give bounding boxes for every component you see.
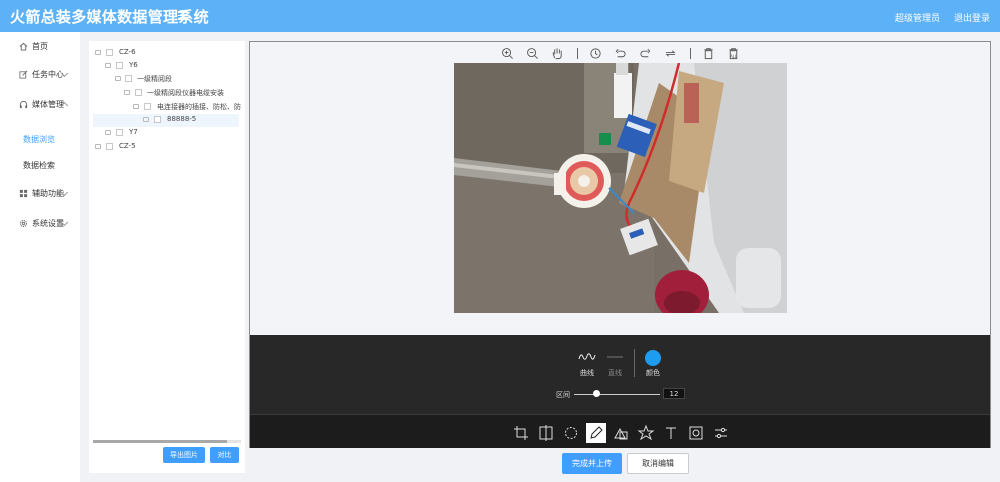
finish-upload-button[interactable]: 完成并上传: [562, 453, 622, 474]
tree-node-selected[interactable]: 88888-5: [93, 114, 239, 127]
sidebar-item-media[interactable]: 媒体管理: [0, 98, 80, 112]
flip-icon[interactable]: [536, 423, 556, 443]
sidebar-item-label: 任务中心: [32, 70, 64, 79]
straight-line-option[interactable]: 直线: [600, 368, 630, 378]
range-slider[interactable]: [574, 394, 660, 395]
tree-checkbox[interactable]: [106, 143, 113, 150]
editor-tool-bar: [250, 414, 990, 448]
draw-icon[interactable]: [586, 423, 606, 443]
history-icon[interactable]: [589, 47, 602, 60]
image-editor: ALL 曲线 直线 颜色 区间 12: [249, 41, 991, 448]
redo-icon[interactable]: [639, 47, 652, 60]
filter-icon[interactable]: [711, 423, 731, 443]
zoom-in-icon[interactable]: [501, 47, 514, 60]
sidebar-item-label: 辅助功能: [32, 189, 64, 198]
delete-icon[interactable]: [702, 47, 715, 60]
zoom-out-icon[interactable]: [526, 47, 539, 60]
tree-node[interactable]: 电连接器的插接、防松、防热...: [89, 101, 245, 114]
tree-scrollbar-thumb[interactable]: [93, 440, 227, 443]
tree-scrollbar[interactable]: [93, 440, 241, 443]
range-label: 区间: [556, 391, 570, 399]
folder-icon: [133, 104, 139, 109]
sidebar: 首页 任务中心 媒体管理 数据浏览 数据检索 辅助功能 系统设置: [0, 32, 80, 482]
sidebar-item-label: 首页: [32, 42, 48, 51]
tree-panel: CZ-6 Y6 一级精阅段 一级精阅段仪器电缆安装 电连接器的插接、防松、防热.…: [89, 41, 245, 473]
app-header: 火箭总装多媒体数据管理系统 超级管理员 退出登录: [0, 0, 1000, 32]
sidebar-item-label: 媒体管理: [32, 100, 64, 109]
sidebar-subitem-data-browse[interactable]: 数据浏览: [23, 134, 55, 145]
tree-node[interactable]: CZ-5: [89, 141, 245, 154]
hamburger-menu-icon[interactable]: [178, 11, 188, 20]
export-image-button[interactable]: 导出图片: [163, 447, 205, 463]
home-icon: [19, 42, 28, 51]
tree-checkbox[interactable]: [144, 103, 151, 110]
tree-checkbox[interactable]: [135, 89, 142, 96]
tree-checkbox[interactable]: [154, 116, 161, 123]
folder-icon: [105, 63, 111, 68]
logout-link[interactable]: 退出登录: [954, 11, 990, 24]
sidebar-subitem-data-search[interactable]: 数据检索: [23, 160, 55, 171]
text-icon[interactable]: [661, 423, 681, 443]
rotate-icon[interactable]: [561, 423, 581, 443]
shape-icon[interactable]: [611, 423, 631, 443]
tree-node[interactable]: Y6: [89, 60, 245, 73]
tree-checkbox[interactable]: [125, 75, 132, 82]
free-line-option[interactable]: 曲线: [572, 368, 602, 378]
tree-node[interactable]: 一级精阅段仪器电缆安装: [89, 87, 245, 100]
draw-options-panel: 曲线 直线 颜色 区间 12: [250, 335, 990, 414]
reset-icon[interactable]: [664, 47, 677, 60]
tree-node[interactable]: 一级精阅段: [89, 73, 245, 86]
color-swatch[interactable]: [645, 350, 661, 366]
sidebar-item-settings[interactable]: 系统设置: [0, 217, 80, 231]
undo-icon[interactable]: [614, 47, 627, 60]
gear-icon: [19, 219, 28, 228]
folder-icon: [95, 144, 101, 149]
editor-top-toolbar: ALL: [250, 45, 990, 61]
compare-button[interactable]: 对比: [210, 447, 239, 463]
mask-icon[interactable]: [686, 423, 706, 443]
icon-icon[interactable]: [636, 423, 656, 443]
current-user[interactable]: 超级管理员: [895, 11, 940, 24]
delete-all-icon[interactable]: ALL: [727, 47, 740, 60]
headset-icon: [19, 100, 28, 109]
sidebar-item-label: 系统设置: [32, 219, 64, 228]
cancel-edit-button[interactable]: 取消编辑: [627, 453, 689, 474]
free-line-icon[interactable]: [578, 351, 596, 363]
folder-icon: [105, 130, 111, 135]
grid-icon: [19, 189, 28, 198]
hand-icon[interactable]: [551, 47, 564, 60]
folder-icon: [115, 76, 121, 81]
straight-line-icon[interactable]: [607, 355, 623, 359]
edit-icon: [19, 70, 28, 79]
edited-photo[interactable]: [454, 63, 787, 313]
file-icon: [143, 117, 149, 122]
crop-icon[interactable]: [511, 423, 531, 443]
tree-node[interactable]: CZ-6: [89, 47, 245, 60]
folder-icon: [124, 90, 130, 95]
range-value-input[interactable]: 12: [663, 388, 685, 399]
folder-icon: [95, 50, 101, 55]
sidebar-item-assist[interactable]: 辅助功能: [0, 187, 80, 201]
sidebar-item-home[interactable]: 首页: [0, 40, 80, 54]
tree-checkbox[interactable]: [106, 49, 113, 56]
color-option[interactable]: 颜色: [638, 368, 668, 378]
tree-checkbox[interactable]: [116, 129, 123, 136]
sidebar-item-task-center[interactable]: 任务中心: [0, 68, 80, 82]
tree-checkbox[interactable]: [116, 62, 123, 69]
tree-node[interactable]: Y7: [89, 127, 245, 140]
range-slider-handle[interactable]: [592, 390, 600, 397]
